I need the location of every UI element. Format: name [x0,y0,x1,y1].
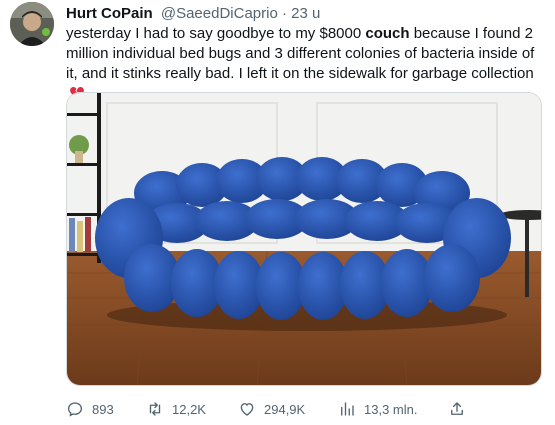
views-chart-icon [341,402,354,416]
author-handle[interactable]: @SaeedDiCaprio [161,5,278,22]
share-button[interactable] [448,398,466,420]
tweet-text-bold: couch [365,25,410,42]
separator-dot: · [281,5,287,22]
tweet-text-part-1: yesterday I had to say goodbye to my $80… [66,25,366,42]
like-count: 294,9K [264,401,306,417]
retweet-button[interactable]: 12,2K [146,398,206,420]
retweet-icon [149,402,161,416]
timestamp[interactable]: 23 u [291,5,320,22]
reply-count: 893 [92,401,114,417]
views-count: 13,3 mln. [364,401,418,417]
like-button[interactable]: 294,9K [238,398,305,420]
tweet-photo[interactable] [66,92,542,386]
reply-icon [67,402,83,417]
avatar[interactable] [10,2,54,46]
tweet-actions: 893 12,2K 294,9K 13,3 mln. [66,398,546,420]
reply-button[interactable]: 893 [66,398,114,420]
views-button[interactable]: 13,3 mln. [338,398,417,420]
share-icon [451,402,463,415]
heart-icon [240,403,254,416]
author-name[interactable]: Hurt CoPain [66,5,153,22]
retweet-count: 12,2K [172,401,206,417]
tweet-header: Hurt CoPain @SaeedDiCaprio · 23 u [66,4,320,24]
